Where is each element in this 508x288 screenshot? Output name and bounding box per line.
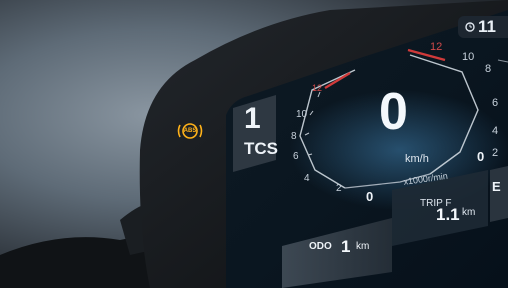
- fuel-label: E: [492, 179, 501, 194]
- odo-unit: km: [356, 241, 370, 252]
- trip-unit: km: [462, 207, 476, 218]
- tacho-left-4: 4: [304, 173, 310, 184]
- tacho-right-8: 8: [485, 63, 492, 75]
- tacho-left-0: 0: [366, 189, 374, 204]
- odo-label: ODO: [309, 241, 332, 252]
- speed-unit: km/h: [405, 153, 429, 165]
- tacho-left-12: 12: [312, 83, 323, 93]
- speed-value: 0: [379, 83, 408, 141]
- tacho-right-10: 10: [462, 51, 475, 63]
- tacho-left-6: 6: [293, 151, 299, 162]
- tacho-right-12: 12: [430, 41, 443, 53]
- tcs-level: 1: [244, 102, 261, 135]
- tacho-left-8: 8: [291, 131, 297, 142]
- abs-warning-light: ABS: [176, 121, 204, 141]
- tacho-right-6: 6: [492, 97, 499, 109]
- tacho-right-4: 4: [492, 125, 499, 137]
- tcs-label: TCS: [244, 139, 278, 158]
- clock-time: 11: [478, 17, 496, 36]
- trip-value: 1.1: [436, 205, 460, 224]
- tacho-left-10: 10: [296, 109, 308, 120]
- tacho-left-2: 2: [336, 183, 342, 194]
- tacho-right-0: 0: [477, 149, 485, 164]
- fuel-panel: [490, 166, 508, 222]
- tacho-right-2: 2: [492, 147, 499, 159]
- motorcycle-dashboard-photo: ABS 11 1 TCS 12 10 8 6 4 2 0 12 10 8 6 4…: [0, 0, 508, 288]
- odo-value: 1: [341, 237, 351, 256]
- abs-label: ABS: [183, 128, 197, 134]
